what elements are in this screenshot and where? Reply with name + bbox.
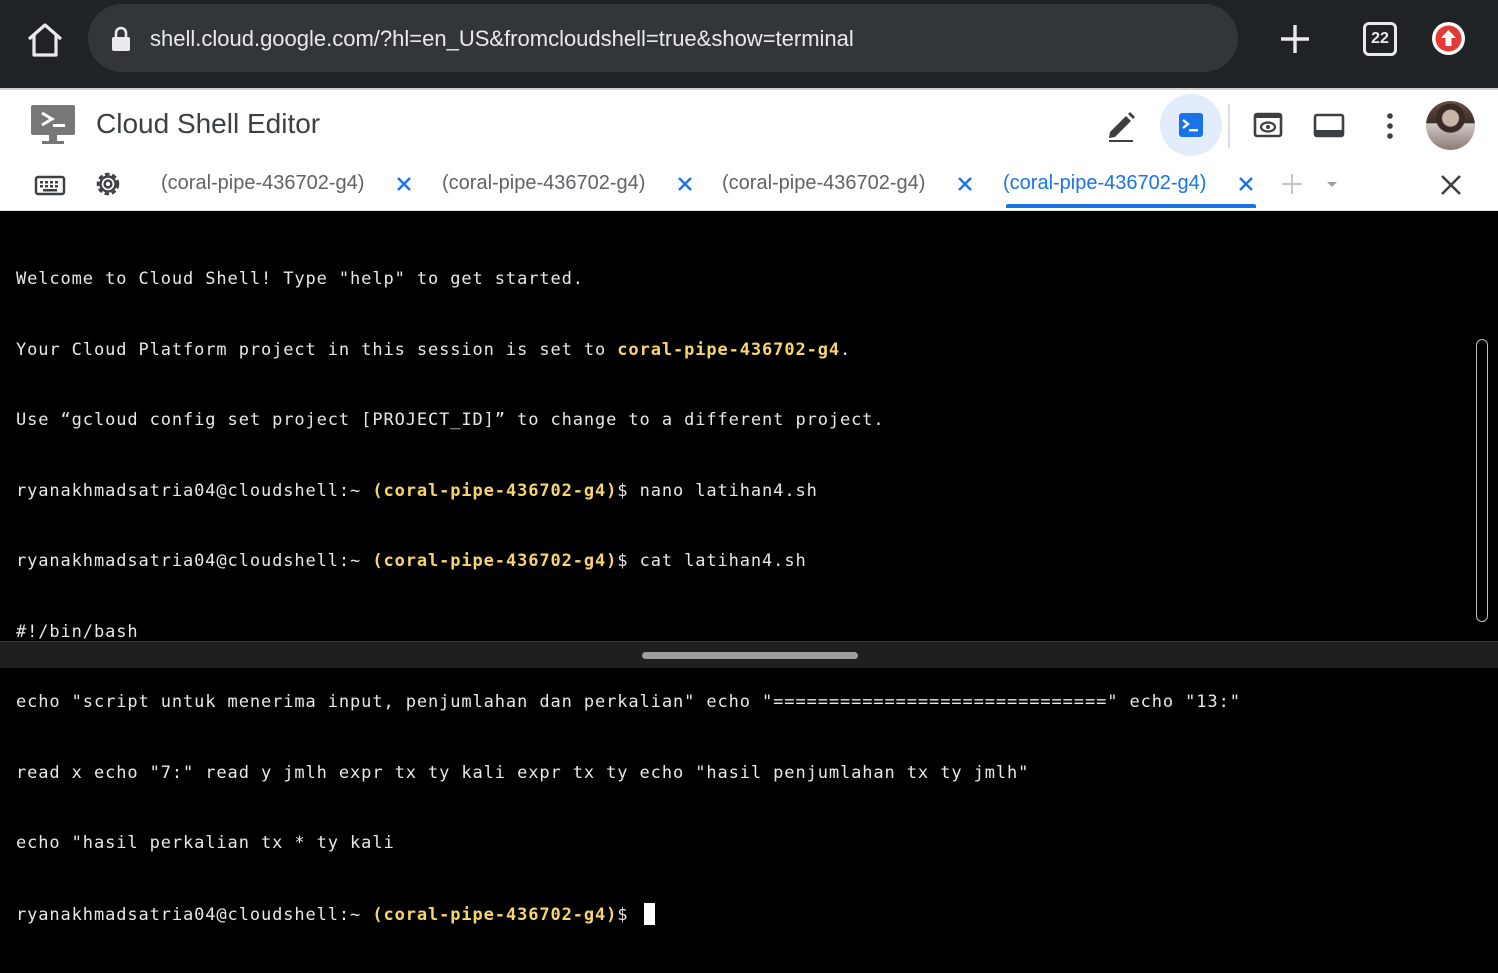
app-title: Cloud Shell Editor — [96, 108, 321, 139]
terminal-line: ryanakhmadsatria04@cloudshell:~ (coral-p… — [16, 480, 1241, 504]
tab-label: (coral-pipe-436702-g4) — [1003, 172, 1207, 194]
terminal-tab-active[interactable]: (coral-pipe-436702-g4) — [1003, 160, 1263, 210]
terminal-line: echo "hasil perkalian tx * ty kali — [16, 833, 395, 853]
active-tab-indicator — [1006, 204, 1256, 208]
browser-toolbar: shell.cloud.google.com/?hl=en_US&fromclo… — [0, 0, 1498, 88]
web-preview-icon[interactable] — [1244, 102, 1292, 150]
project-id: coral-pipe-436702-g4 — [617, 339, 840, 360]
terminal-icon[interactable] — [1160, 94, 1222, 156]
prompt-user: ryanakhmadsatria04@cloudshell:~ — [16, 904, 373, 925]
command-text: $ — [617, 904, 640, 925]
gear-icon[interactable] — [92, 168, 124, 200]
more-vert-icon[interactable] — [1366, 102, 1414, 150]
add-tab-icon[interactable] — [1280, 172, 1304, 196]
terminal-line: ryanakhmadsatria04@cloudshell:~ (coral-p… — [16, 902, 1241, 927]
terminal-cursor — [643, 902, 655, 925]
tab-label: (coral-pipe-436702-g4) — [442, 172, 646, 194]
update-icon[interactable] — [1432, 22, 1465, 55]
close-icon[interactable] — [1237, 175, 1255, 193]
address-bar[interactable]: shell.cloud.google.com/?hl=en_US&fromclo… — [88, 4, 1238, 72]
terminal-text: Your Cloud Platform project in this sess… — [16, 339, 618, 360]
cloud-shell-header: Cloud Shell Editor — [0, 88, 1498, 162]
terminal-line: Your Cloud Platform project in this sess… — [16, 339, 1241, 363]
url-text[interactable]: shell.cloud.google.com/?hl=en_US&fromclo… — [150, 26, 854, 52]
close-icon[interactable] — [395, 175, 413, 193]
terminal-tab-bar: (coral-pipe-436702-g4) (coral-pipe-43670… — [0, 160, 1498, 211]
tab-label: (coral-pipe-436702-g4) — [161, 172, 365, 194]
lock-icon — [110, 26, 132, 52]
terminal-line: ryanakhmadsatria04@cloudshell:~ (coral-p… — [16, 550, 1241, 574]
prompt-user: ryanakhmadsatria04@cloudshell:~ — [16, 551, 373, 571]
pencil-icon[interactable] — [1097, 102, 1145, 150]
tab-label: (coral-pipe-436702-g4) — [722, 172, 926, 194]
terminal-line: echo "script untuk menerima input, penju… — [16, 692, 1241, 712]
close-panel-icon[interactable] — [1438, 172, 1464, 198]
terminal-line: Use “gcloud config set project [PROJECT_… — [16, 410, 885, 430]
prompt-project: (coral-pipe-436702-g4) — [372, 480, 618, 501]
avatar[interactable] — [1426, 101, 1475, 150]
chevron-down-icon[interactable] — [1324, 178, 1340, 190]
cloud-shell-logo-icon — [28, 100, 78, 150]
terminal-line: read x echo "7:" read y jmlh expr tx ty … — [16, 762, 1030, 783]
prompt-user: ryanakhmadsatria04@cloudshell:~ — [16, 480, 373, 501]
command-text: $ cat latihan4.sh — [617, 551, 807, 571]
terminal-line: Welcome to Cloud Shell! Type "help" to g… — [16, 269, 584, 289]
close-icon[interactable] — [956, 175, 974, 193]
gesture-handle[interactable] — [642, 652, 858, 659]
prompt-project: (coral-pipe-436702-g4) — [372, 551, 618, 571]
divider — [1228, 104, 1230, 148]
close-icon[interactable] — [676, 175, 694, 193]
terminal-lines: Welcome to Cloud Shell! Type "help" to g… — [16, 221, 1241, 973]
terminal-tab[interactable]: (coral-pipe-436702-g4) — [722, 160, 982, 210]
command-text: $ nano latihan4.sh — [617, 480, 818, 501]
terminal-tab[interactable]: (coral-pipe-436702-g4) — [442, 160, 702, 210]
panel-layout-icon[interactable] — [1305, 102, 1353, 150]
system-navigation-bar — [0, 641, 1498, 668]
terminal-tab[interactable]: (coral-pipe-436702-g4) — [161, 160, 421, 210]
keyboard-icon[interactable] — [34, 170, 66, 200]
plus-icon[interactable] — [1274, 18, 1316, 60]
prompt-project: (coral-pipe-436702-g4) — [372, 904, 618, 925]
home-icon[interactable] — [24, 20, 66, 60]
terminal-text: . — [840, 339, 852, 360]
terminal-scrollbar[interactable] — [1476, 339, 1488, 622]
terminal-output[interactable]: Welcome to Cloud Shell! Type "help" to g… — [0, 211, 1498, 925]
tab-count-button[interactable]: 22 — [1363, 22, 1397, 56]
